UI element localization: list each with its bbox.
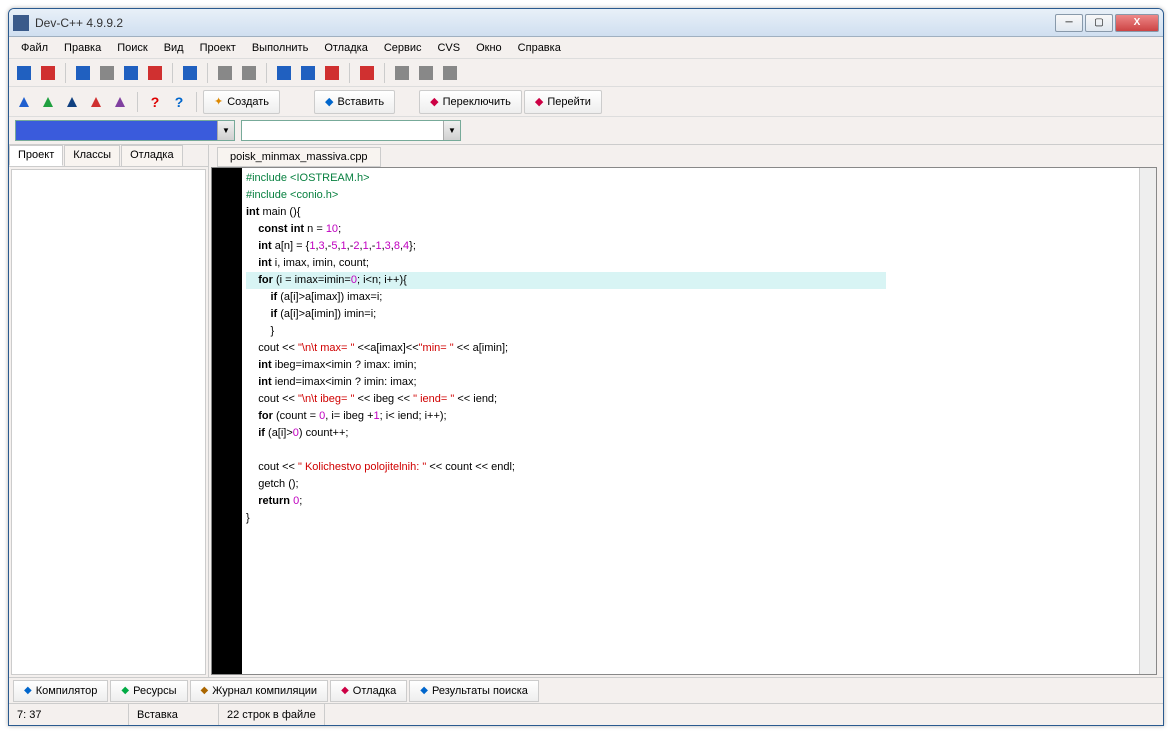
status-pos: 7: 37 [9,704,129,725]
code-line: if (a[i]>a[imax]) imax=i; [246,289,1139,306]
menu-справка[interactable]: Справка [510,40,569,56]
left-pane: ПроектКлассыОтладка [9,145,209,677]
code-line [246,442,1139,459]
tb-copy-icon[interactable] [120,62,142,84]
toggle-button[interactable]: ◆Переключить [419,90,522,114]
tb-replace-icon[interactable] [297,62,319,84]
maximize-button[interactable]: ▢ [1085,14,1113,32]
code-line: for (count = 0, i= ibeg +1; i< iend; i++… [246,408,1139,425]
bottom-tab[interactable]: ◆ Результаты поиска [409,680,539,702]
help-icon[interactable]: ? [144,91,166,113]
code-line: return 0; [246,493,1139,510]
code-line: if (a[i]>a[imin]) imin=i; [246,306,1139,323]
bottom-tab[interactable]: ◆ Ресурсы [110,680,187,702]
chevron-down-icon[interactable]: ▼ [443,121,460,140]
insert-button[interactable]: ◆Вставить [314,90,395,114]
code-line: #include <IOSTREAM.h> [246,170,1139,187]
help2-icon[interactable]: ? [168,91,190,113]
titlebar[interactable]: Dev-C++ 4.9.9.2 ─ ▢ X [9,9,1163,37]
editor[interactable]: #include <IOSTREAM.h>#include <conio.h>i… [211,167,1157,675]
combo-row: ▼ ▼ [9,117,1163,145]
arrow-up-green-icon[interactable] [37,91,59,113]
left-tab[interactable]: Классы [64,145,120,166]
bottom-tab[interactable]: ◆ Журнал компиляции [190,680,329,702]
app-icon [13,15,29,31]
tb-list-icon[interactable] [356,62,378,84]
close-button[interactable]: X [1115,14,1159,32]
tb-a-icon[interactable] [391,62,413,84]
code-line: if (a[i]>0) count++; [246,425,1139,442]
arrow-up-purple-icon[interactable] [109,91,131,113]
menubar: ФайлПравкаПоискВидПроектВыполнитьОтладка… [9,37,1163,59]
file-tab[interactable]: poisk_minmax_massiva.cpp [217,147,381,167]
code-line: #include <conio.h> [246,187,1139,204]
gutter [212,168,242,674]
tb-undo-icon[interactable] [214,62,236,84]
window-buttons: ─ ▢ X [1055,14,1159,32]
combo-1[interactable]: ▼ [15,120,235,141]
goto-button[interactable]: ◆Перейти [524,90,602,114]
statusbar: 7: 37 Вставка 22 строк в файле [9,703,1163,725]
code-line: getch (); [246,476,1139,493]
left-body[interactable] [11,169,206,675]
tb-save-icon[interactable] [72,62,94,84]
combo-2[interactable]: ▼ [241,120,461,141]
tb-new-icon[interactable] [13,62,35,84]
tb-findnext-icon[interactable] [321,62,343,84]
arrow-up-red-icon[interactable] [85,91,107,113]
tb-c-icon[interactable] [439,62,461,84]
status-mode: Вставка [129,704,219,725]
file-tabs: poisk_minmax_massiva.cpp [209,145,1163,167]
tb-redo-icon[interactable] [238,62,260,84]
window-title: Dev-C++ 4.9.9.2 [35,16,1055,30]
code-line: int iend=imax<imin ? imin: imax; [246,374,1139,391]
bottom-tabs: ◆ Компилятор◆ Ресурсы◆ Журнал компиляции… [9,677,1163,703]
main-split: ПроектКлассыОтладка poisk_minmax_massiva… [9,145,1163,677]
chevron-down-icon[interactable]: ▼ [217,121,234,140]
code-line: } [246,510,1139,527]
code-line: cout << " Kolichestvo polojitelnih: " <<… [246,459,1139,476]
left-tab[interactable]: Отладка [121,145,182,166]
code-line: int a[n] = {1,3,-5,1,-2,1,-1,3,8,4}; [246,238,1139,255]
create-button[interactable]: ✦Создать [203,90,280,114]
left-tab[interactable]: Проект [9,145,63,166]
menu-cvs[interactable]: CVS [429,40,468,56]
tb-b-icon[interactable] [415,62,437,84]
editor-pane: poisk_minmax_massiva.cpp #include <IOSTR… [209,145,1163,677]
arrow-up-dblue-icon[interactable] [61,91,83,113]
status-info: 22 строк в файле [219,704,325,725]
bottom-tab[interactable]: ◆ Отладка [330,680,407,702]
minimize-button[interactable]: ─ [1055,14,1083,32]
code-area[interactable]: #include <IOSTREAM.h>#include <conio.h>i… [242,168,1139,674]
menu-файл[interactable]: Файл [13,40,56,56]
code-line: int ibeg=imax<imin ? imax: imin; [246,357,1139,374]
menu-окно[interactable]: Окно [468,40,510,56]
menu-правка[interactable]: Правка [56,40,109,56]
left-tabs: ПроектКлассыОтладка [9,145,208,167]
code-line: int main (){ [246,204,1139,221]
tb-open-icon[interactable] [37,62,59,84]
code-line: int i, imax, imin, count; [246,255,1139,272]
tb-print-icon[interactable] [179,62,201,84]
code-line: cout << "\n\t ibeg= " << ibeg << " iend=… [246,391,1139,408]
tb-close-icon[interactable] [144,62,166,84]
menu-отладка[interactable]: Отладка [316,40,375,56]
bottom-tab[interactable]: ◆ Компилятор [13,680,108,702]
code-line: } [246,323,1139,340]
code-line: for (i = imax=imin=0; i<n; i++){ [246,272,886,289]
tb-saveall-icon[interactable] [96,62,118,84]
menu-проект[interactable]: Проект [192,40,244,56]
menu-поиск[interactable]: Поиск [109,40,155,56]
toolbar-1 [9,59,1163,87]
code-line: const int n = 10; [246,221,1139,238]
toolbar-2: ? ? ✦Создать ◆Вставить ◆Переключить ◆Пер… [9,87,1163,117]
menu-выполнить[interactable]: Выполнить [244,40,316,56]
menu-вид[interactable]: Вид [156,40,192,56]
scrollbar[interactable] [1139,168,1156,674]
code-line: cout << "\n\t max= " <<a[imax]<<"min= " … [246,340,1139,357]
menu-сервис[interactable]: Сервис [376,40,430,56]
app-window: Dev-C++ 4.9.9.2 ─ ▢ X ФайлПравкаПоискВид… [8,8,1164,726]
arrow-up-blue-icon[interactable] [13,91,35,113]
tb-find-icon[interactable] [273,62,295,84]
